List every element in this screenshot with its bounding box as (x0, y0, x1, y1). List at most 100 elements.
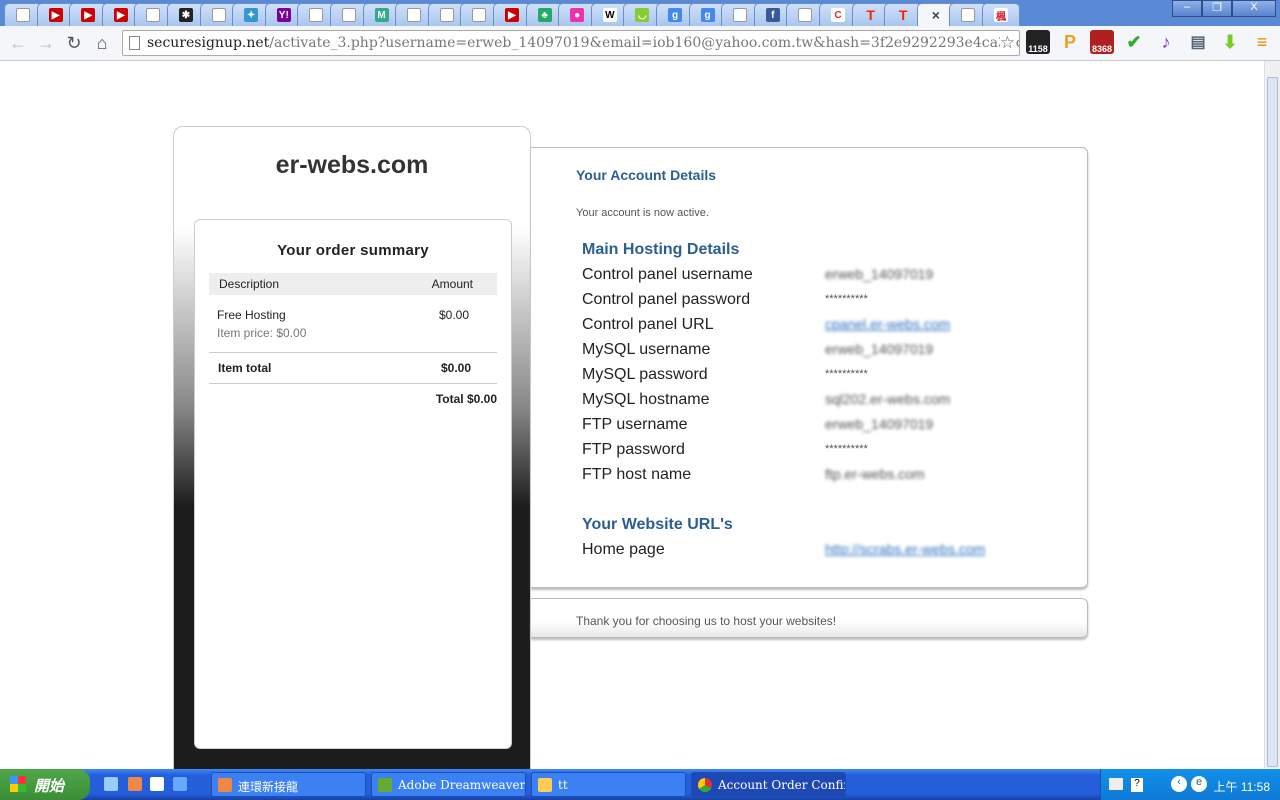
quicklaunch-media-icon[interactable] (150, 777, 164, 791)
close-window-button[interactable]: X (1232, 0, 1276, 17)
taskbar-item-dreamweaver[interactable]: Adobe Dreamweaver ... (371, 772, 526, 797)
detail-value: ********** (825, 368, 868, 380)
detail-row: MySQL username erweb_14097019 (582, 341, 1062, 366)
detail-label: Control panel URL (582, 316, 714, 333)
help-icon[interactable]: ? (1131, 778, 1143, 792)
page-icon (129, 36, 140, 50)
account-details-panel: Your Account Details Your account is now… (531, 147, 1088, 588)
page-favicon-icon (472, 8, 487, 22)
chrome-icon (698, 778, 712, 792)
back-button[interactable]: ← (4, 33, 32, 54)
detail-value[interactable]: cpanel.er-webs.com (825, 316, 950, 332)
keyboard-icon[interactable] (1109, 778, 1123, 790)
website-heading: Your Website URL's (582, 516, 733, 533)
page-favicon-icon (342, 8, 356, 22)
footer-text: Thank you for choosing us to host your w… (576, 614, 837, 628)
summary-title: Your order summary (277, 242, 429, 259)
home-page-label: Home page (582, 541, 665, 558)
taskbar-item-folder[interactable]: tt (531, 772, 686, 797)
scrollbar-thumb[interactable] (1267, 77, 1278, 767)
home-page-link[interactable]: http://scrabs.er-webs.com (825, 541, 985, 557)
home-page-row: Home page http://scrabs.er-webs.com (582, 541, 1062, 566)
close-tab-icon[interactable]: × (932, 7, 940, 23)
col-description: Description (219, 277, 280, 291)
detail-value: ftp.er-webs.com (825, 466, 925, 482)
detail-label: Control panel username (582, 266, 753, 283)
extension-music-icon[interactable]: ♪ (1154, 30, 1178, 54)
detail-row: MySQL password ********** (582, 366, 1062, 391)
taskbar-item-solitaire[interactable]: 連環新接龍 (211, 772, 366, 797)
detail-row: Control panel URL cpanel.er-webs.com (582, 316, 1062, 341)
page-favicon-icon (16, 8, 30, 22)
order-summary: Your order summary Description Amount Fr… (194, 219, 512, 749)
url-path: /activate_3.php?username=erweb_14097019&… (269, 35, 1019, 51)
detail-label: FTP password (582, 441, 685, 458)
dreamweaver-icon (378, 778, 392, 792)
system-tray: ? ‹ e 上午 11:58 (1100, 769, 1280, 800)
bookmark-star-icon[interactable]: ☆ (999, 33, 1015, 53)
google-favicon-icon: g (668, 8, 682, 22)
footer-panel: Thank you for choosing us to host your w… (531, 598, 1088, 638)
google-favicon-icon: g (700, 8, 715, 22)
item-total-row: Item total $0.00 (209, 352, 497, 384)
summary-header: Description Amount (209, 273, 497, 295)
summary-item-row: Free Hosting Item price: $0.00 $0.00 (209, 308, 497, 340)
restore-button[interactable]: ❐ (1202, 0, 1232, 17)
browser-tab[interactable]: 楓 (982, 3, 1020, 26)
taskbar-item-chrome[interactable]: Account Order Confir... (691, 772, 846, 797)
chinese-favicon-icon: 楓 (994, 8, 1008, 23)
taskbar-label: 連環新接龍 (238, 780, 299, 794)
extension-p-icon[interactable]: P (1058, 30, 1082, 54)
reload-button[interactable]: ↻ (60, 33, 88, 54)
extension-1158-icon[interactable]: 1158 (1026, 30, 1050, 54)
youtube-favicon-icon: ▶ (113, 8, 128, 22)
extension-download-icon[interactable]: ⬇ (1218, 30, 1242, 54)
T-favicon-icon: T (898, 7, 908, 23)
extension-notes-icon[interactable]: ▤ (1186, 30, 1210, 54)
forward-button[interactable]: → (32, 33, 60, 54)
menu-icon[interactable]: ≡ (1250, 30, 1274, 54)
col-amount: Amount (431, 277, 473, 291)
c-favicon-icon: C (831, 8, 845, 22)
page-favicon-icon (146, 8, 161, 22)
item-amount: $0.00 (438, 308, 469, 322)
detail-row: MySQL hostname sql202.er-webs.com (582, 391, 1062, 416)
home-button[interactable]: ⌂ (88, 33, 116, 54)
item-price: Item price: $0.00 (217, 326, 307, 340)
quicklaunch-ie-icon[interactable] (173, 777, 187, 791)
vertical-scrollbar[interactable] (1264, 61, 1280, 768)
account-status: Your account is now active. (576, 207, 709, 219)
facebook-favicon-icon: f (765, 8, 780, 22)
green-favicon-icon: ◡ (635, 8, 650, 22)
page-favicon-icon (211, 8, 226, 22)
youtube-favicon-icon: ▶ (505, 8, 519, 22)
item-total-value: $0.00 (440, 361, 471, 375)
taskbar-label: Account Order Confir... (718, 778, 846, 792)
order-panel: er-webs.com Your order summary Descripti… (173, 126, 531, 770)
quicklaunch-game-icon[interactable] (128, 777, 142, 791)
detail-row: Control panel password ********** (582, 291, 1062, 316)
detail-value: erweb_14097019 (825, 341, 934, 357)
detail-label: MySQL username (582, 341, 711, 358)
yahoo-favicon-icon: Y! (276, 8, 291, 22)
start-button[interactable]: 開始 (0, 769, 90, 800)
detail-row: FTP host name ftp.er-webs.com (582, 466, 1062, 491)
url-host: securesignup.net (147, 35, 270, 51)
game-icon (218, 778, 232, 792)
item-total-label: Item total (218, 361, 272, 375)
address-bar[interactable]: securesignup.net/activate_3.php?username… (122, 30, 1020, 56)
grand-total: Total $0.00 (435, 392, 497, 406)
extension-8368-icon[interactable]: 8368 (1090, 30, 1114, 54)
wikipedia-favicon-icon: W (602, 8, 617, 22)
minimize-button[interactable]: – (1172, 0, 1202, 17)
ime-icon[interactable]: e (1191, 776, 1207, 792)
extension-check-icon[interactable]: ✔ (1122, 30, 1146, 54)
detail-label: FTP username (582, 416, 688, 433)
quicklaunch-desktop-icon[interactable] (104, 777, 118, 791)
T-favicon-icon: T (866, 7, 875, 23)
detail-label: FTP host name (582, 466, 692, 483)
detail-value: ********** (825, 293, 868, 305)
detail-value: sql202.er-webs.com (825, 391, 951, 407)
taskbar-label: tt (558, 778, 568, 792)
expand-tray-icon[interactable]: ‹ (1171, 776, 1187, 792)
